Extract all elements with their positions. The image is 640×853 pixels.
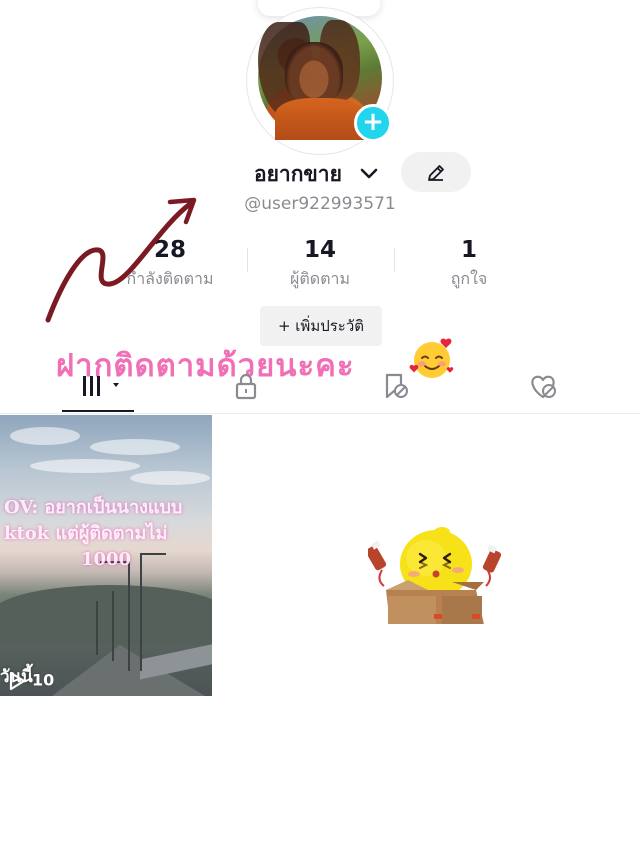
tab-videos[interactable]	[62, 366, 132, 406]
cloud	[10, 427, 80, 445]
video-view-count: 10	[8, 668, 54, 692]
cloud	[90, 439, 180, 455]
video-overlay-line: ktok แต่ผู้ติดตามไม่	[4, 523, 168, 544]
tab-liked[interactable]	[508, 366, 578, 406]
heart-hidden-icon	[531, 375, 556, 399]
tab-saved[interactable]	[360, 366, 430, 406]
stat-value: 14	[303, 237, 336, 263]
stat-label: ถูกใจ	[450, 269, 488, 288]
stat-divider	[247, 248, 248, 272]
active-tab-indicator	[62, 410, 134, 412]
caret-down-icon	[113, 383, 119, 387]
street-pole	[96, 601, 98, 655]
video-overlay-line: 1000	[80, 549, 132, 570]
cloud	[30, 459, 140, 473]
tab-private[interactable]	[211, 366, 281, 406]
stat-likes[interactable]: 1 ถูกใจ	[399, 236, 539, 292]
drawn-arrow-icon	[45, 197, 197, 323]
stat-value: 1	[460, 237, 477, 263]
stat-label: ผู้ติดตาม	[289, 269, 351, 288]
street-pole	[112, 591, 114, 661]
video-thumbnail[interactable]: OV: อยากเป็นนางแบบ ktok แต่ผู้ติดตามไม่ …	[0, 415, 212, 696]
chevron-down-icon[interactable]	[358, 160, 380, 188]
lock-icon	[235, 373, 257, 400]
play-icon	[9, 671, 26, 690]
stat-followers[interactable]: 14 ผู้ติดตาม	[250, 236, 390, 292]
avatar-detail	[275, 98, 365, 140]
video-overlay-line: OV: อยากเป็นนางแบบ	[4, 497, 183, 518]
tabs-divider	[0, 413, 640, 414]
stat-divider	[394, 248, 395, 272]
edit-profile-button[interactable]	[401, 152, 471, 192]
view-count-value: 10	[32, 670, 55, 690]
lemon-box-sticker-icon	[368, 527, 502, 624]
hill	[0, 585, 212, 645]
profile-name[interactable]: อยากขาย	[254, 159, 342, 189]
pencil-icon	[428, 165, 444, 181]
video-overlay-text: OV: อยากเป็นนางแบบ ktok แต่ผู้ติดตามไม่ …	[0, 495, 212, 573]
add-avatar-plus-icon[interactable]: +	[354, 104, 392, 142]
bookmark-hidden-icon	[385, 373, 408, 399]
street-pole	[128, 561, 130, 671]
grid-icon	[83, 376, 119, 396]
cloud	[130, 471, 210, 485]
avatar-detail	[285, 42, 343, 104]
